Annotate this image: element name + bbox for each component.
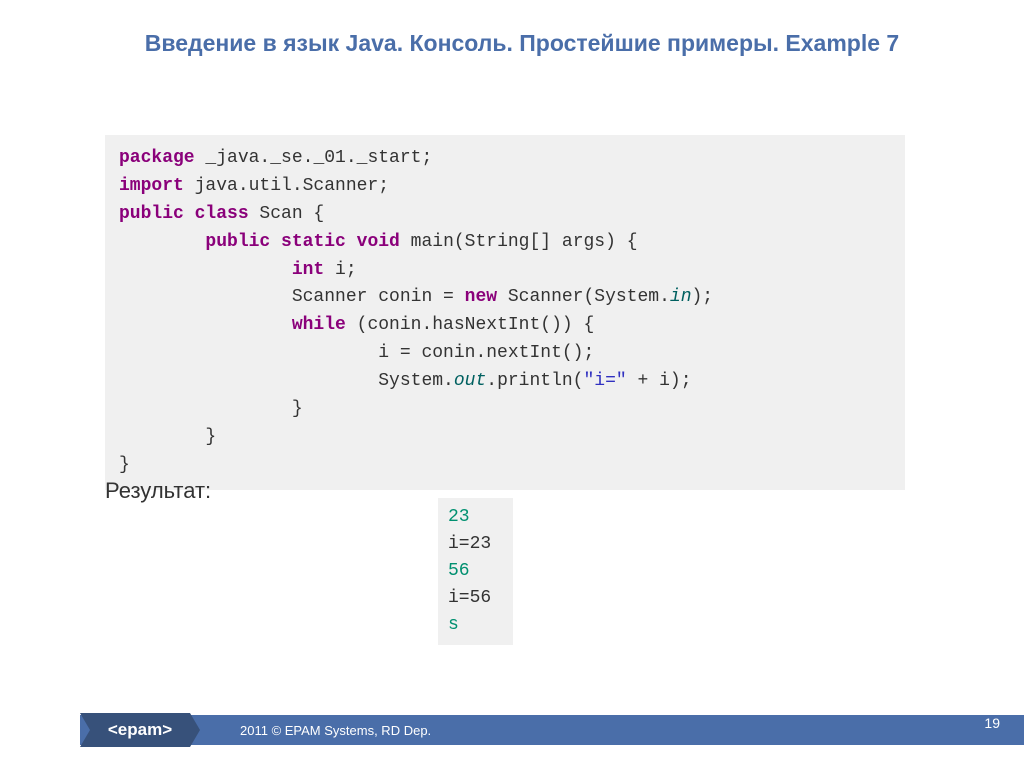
slide-title: Введение в язык Java. Консоль. Простейши… <box>60 30 984 57</box>
code-block: package _java._se._01._start; import jav… <box>105 135 905 490</box>
output-block: 23 i=23 56 i=56 s <box>438 498 513 645</box>
footer-bar: 2011 © EPAM Systems, RD Dep. <box>80 715 1024 745</box>
page-number: 19 <box>984 708 1000 738</box>
svg-text:<epam>: <epam> <box>108 720 172 739</box>
result-label: Результат: <box>105 478 211 504</box>
footer-copyright: 2011 © EPAM Systems, RD Dep. <box>240 723 1024 738</box>
epam-logo: <epam> <box>80 713 200 747</box>
